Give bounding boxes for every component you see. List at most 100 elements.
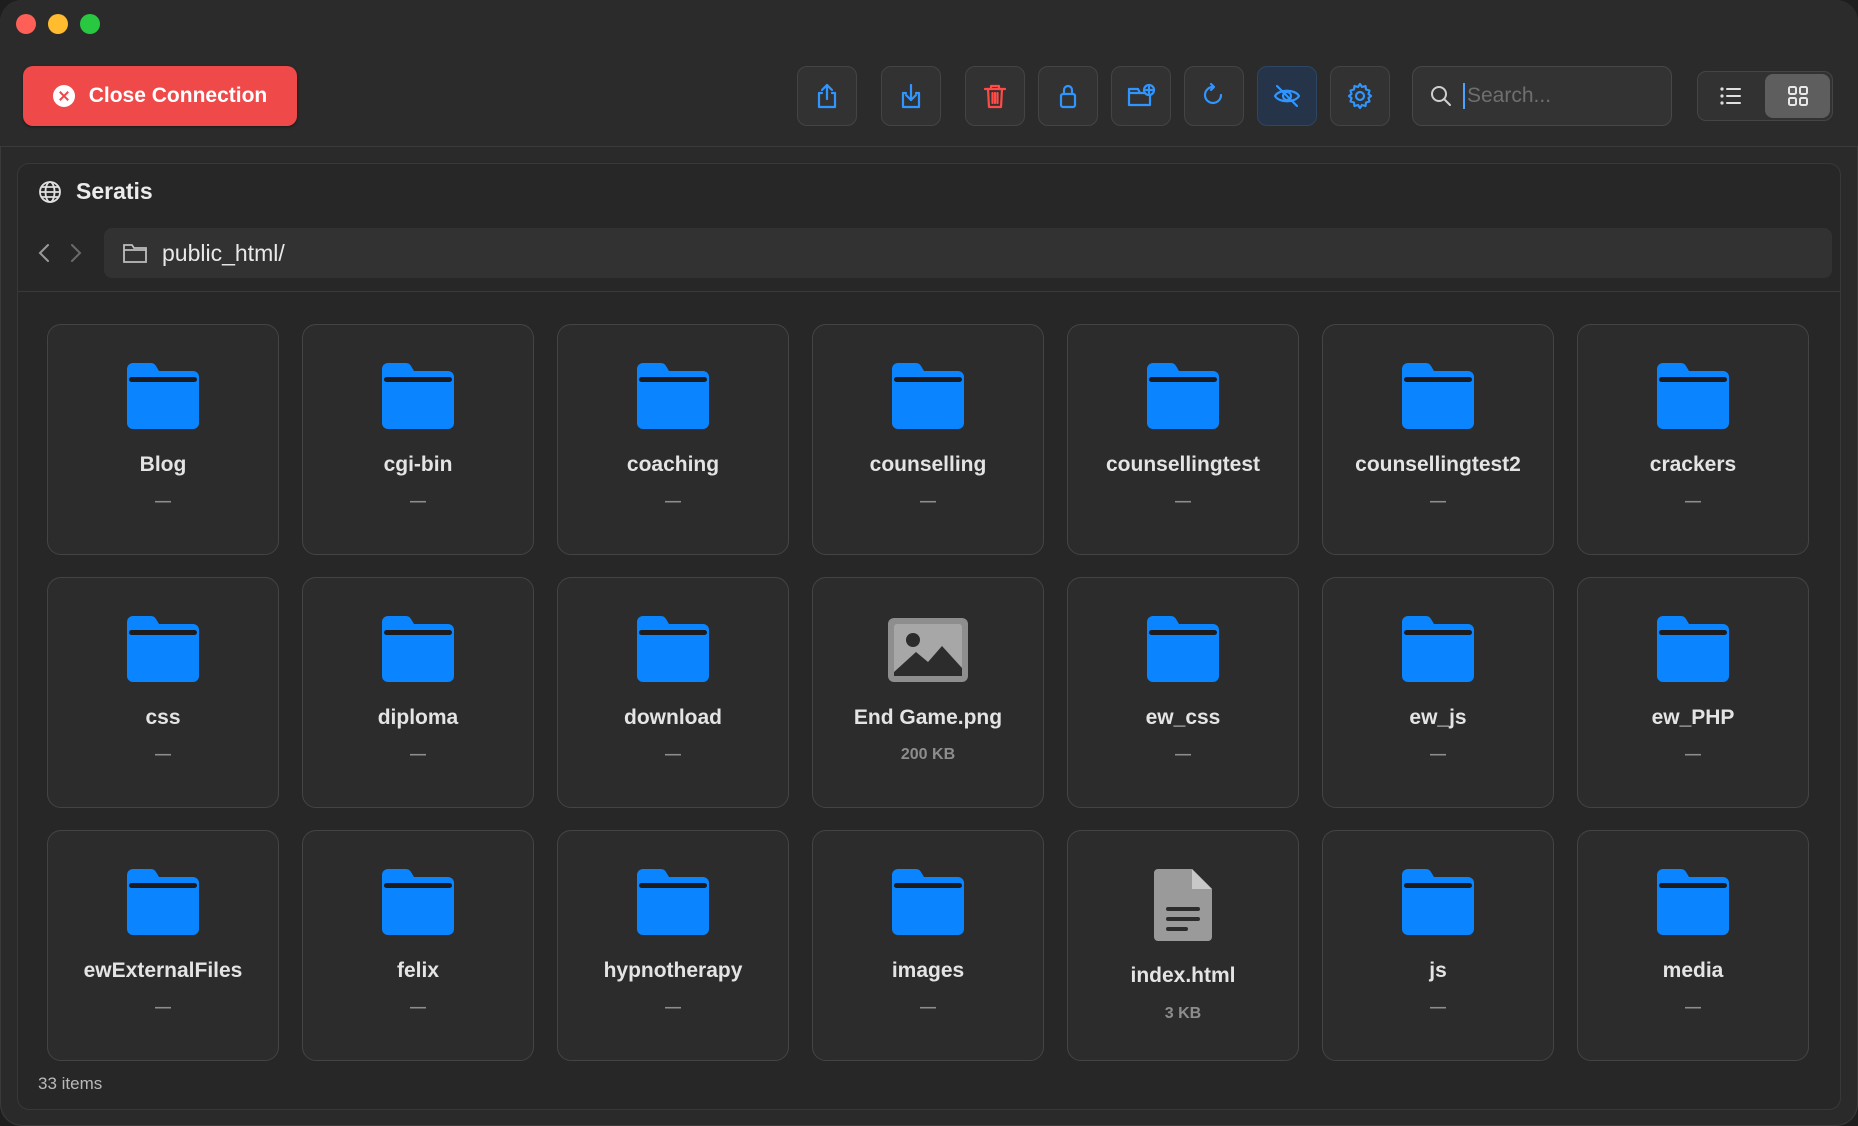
refresh-icon: [1203, 82, 1223, 105]
upload-button[interactable]: [797, 66, 857, 126]
file-size: —: [1175, 493, 1191, 510]
file-tile[interactable]: counsellingtest2 —: [1322, 324, 1554, 555]
file-name: js: [1429, 959, 1447, 982]
file-tile[interactable]: felix —: [302, 830, 534, 1061]
file-tile[interactable]: index.html 3 KB: [1067, 830, 1299, 1061]
permissions-button[interactable]: [1038, 66, 1098, 126]
delete-button[interactable]: [965, 66, 1025, 126]
file-size: —: [1430, 999, 1446, 1016]
grid-view-button[interactable]: [1765, 74, 1830, 118]
current-path: public_html/: [162, 239, 285, 266]
file-icon: [1143, 616, 1223, 689]
file-tile[interactable]: css —: [47, 577, 279, 808]
list-view-button[interactable]: [1698, 72, 1763, 120]
zoom-window-button[interactable]: [80, 14, 100, 34]
file-size: —: [410, 746, 426, 763]
file-name: download: [624, 706, 722, 729]
folder-icon: [1147, 363, 1219, 429]
file-size: —: [155, 746, 171, 763]
folder-outline-icon: [123, 244, 147, 263]
file-tile[interactable]: hypnotherapy —: [557, 830, 789, 1061]
file-icon: [1398, 363, 1478, 436]
close-connection-button[interactable]: Close Connection: [23, 66, 297, 126]
file-tile[interactable]: cgi-bin —: [302, 324, 534, 555]
toggle-hidden-files-button[interactable]: [1257, 66, 1317, 126]
image-file-icon: [888, 618, 968, 682]
file-name: images: [891, 959, 965, 982]
file-size: —: [665, 493, 681, 510]
file-icon: [378, 616, 458, 689]
file-tile[interactable]: media —: [1577, 830, 1809, 1061]
file-size: 3 KB: [1164, 1005, 1202, 1022]
minimize-window-button[interactable]: [48, 14, 68, 34]
forward-button[interactable]: [60, 228, 92, 278]
document-file-icon: [1154, 869, 1212, 941]
folder-icon: [892, 363, 964, 429]
file-name: felix: [396, 959, 440, 982]
folder-icon: [1657, 869, 1729, 935]
folder-icon: [382, 869, 454, 935]
file-icon: [886, 616, 970, 689]
folder-icon: [637, 616, 709, 682]
file-icon: [888, 869, 968, 942]
file-tile[interactable]: images —: [812, 830, 1044, 1061]
file-icon: [1152, 867, 1214, 948]
toolbar: Close Connection: [0, 0, 1858, 147]
file-tile[interactable]: ewExternalFiles —: [47, 830, 279, 1061]
new-folder-icon: [1127, 83, 1156, 107]
file-size: —: [1175, 746, 1191, 763]
close-window-button[interactable]: [16, 14, 36, 34]
window-controls: [16, 14, 100, 34]
file-name: ew_css: [1145, 706, 1221, 729]
folder-icon: [892, 869, 964, 935]
file-tile[interactable]: ew_PHP —: [1577, 577, 1809, 808]
file-tile[interactable]: diploma —: [302, 577, 534, 808]
refresh-button[interactable]: [1184, 66, 1244, 126]
file-size: —: [410, 493, 426, 510]
file-tile[interactable]: counselling —: [812, 324, 1044, 555]
file-size: —: [920, 999, 936, 1016]
file-tile[interactable]: Blog —: [47, 324, 279, 555]
file-icon: [1143, 363, 1223, 436]
file-icon: [123, 616, 203, 689]
file-name: cgi-bin: [383, 453, 453, 476]
file-icon: [1653, 869, 1733, 942]
file-size: 200 KB: [900, 746, 956, 763]
file-tile[interactable]: End Game.png 200 KB: [812, 577, 1044, 808]
file-name: counsellingtest: [1105, 453, 1261, 476]
settings-button[interactable]: [1330, 66, 1390, 126]
file-icon: [633, 363, 713, 436]
folder-icon: [637, 363, 709, 429]
new-folder-button[interactable]: [1111, 66, 1171, 126]
file-tile[interactable]: coaching —: [557, 324, 789, 555]
file-tile[interactable]: crackers —: [1577, 324, 1809, 555]
file-icon: [633, 869, 713, 942]
file-name: End Game.png: [853, 706, 1003, 729]
eye-slash-icon: [1273, 84, 1301, 108]
gear-icon: [1347, 82, 1373, 110]
file-icon: [123, 869, 203, 942]
file-name: counsellingtest2: [1355, 453, 1521, 476]
back-button[interactable]: [28, 228, 60, 278]
search-field[interactable]: [1412, 66, 1672, 126]
folder-icon: [382, 616, 454, 682]
file-tile[interactable]: ew_js —: [1322, 577, 1554, 808]
file-grid: Blog — cgi-bin — coaching — counselling — counse…: [47, 324, 1809, 1061]
file-size: —: [665, 746, 681, 763]
download-icon: [901, 83, 921, 109]
search-input[interactable]: [1463, 83, 1659, 109]
path-field[interactable]: public_html/: [104, 228, 1832, 278]
download-button[interactable]: [881, 66, 941, 126]
search-icon: [1431, 86, 1451, 106]
file-icon: [1653, 363, 1733, 436]
folder-icon: [127, 869, 199, 935]
folder-icon: [1657, 616, 1729, 682]
file-tile[interactable]: counsellingtest —: [1067, 324, 1299, 555]
view-mode-toggle[interactable]: [1697, 71, 1833, 121]
file-name: Blog: [139, 453, 187, 476]
file-tile[interactable]: download —: [557, 577, 789, 808]
file-tile[interactable]: ew_css —: [1067, 577, 1299, 808]
file-tile[interactable]: js —: [1322, 830, 1554, 1061]
file-name: media: [1662, 959, 1724, 982]
file-size: —: [1685, 999, 1701, 1016]
